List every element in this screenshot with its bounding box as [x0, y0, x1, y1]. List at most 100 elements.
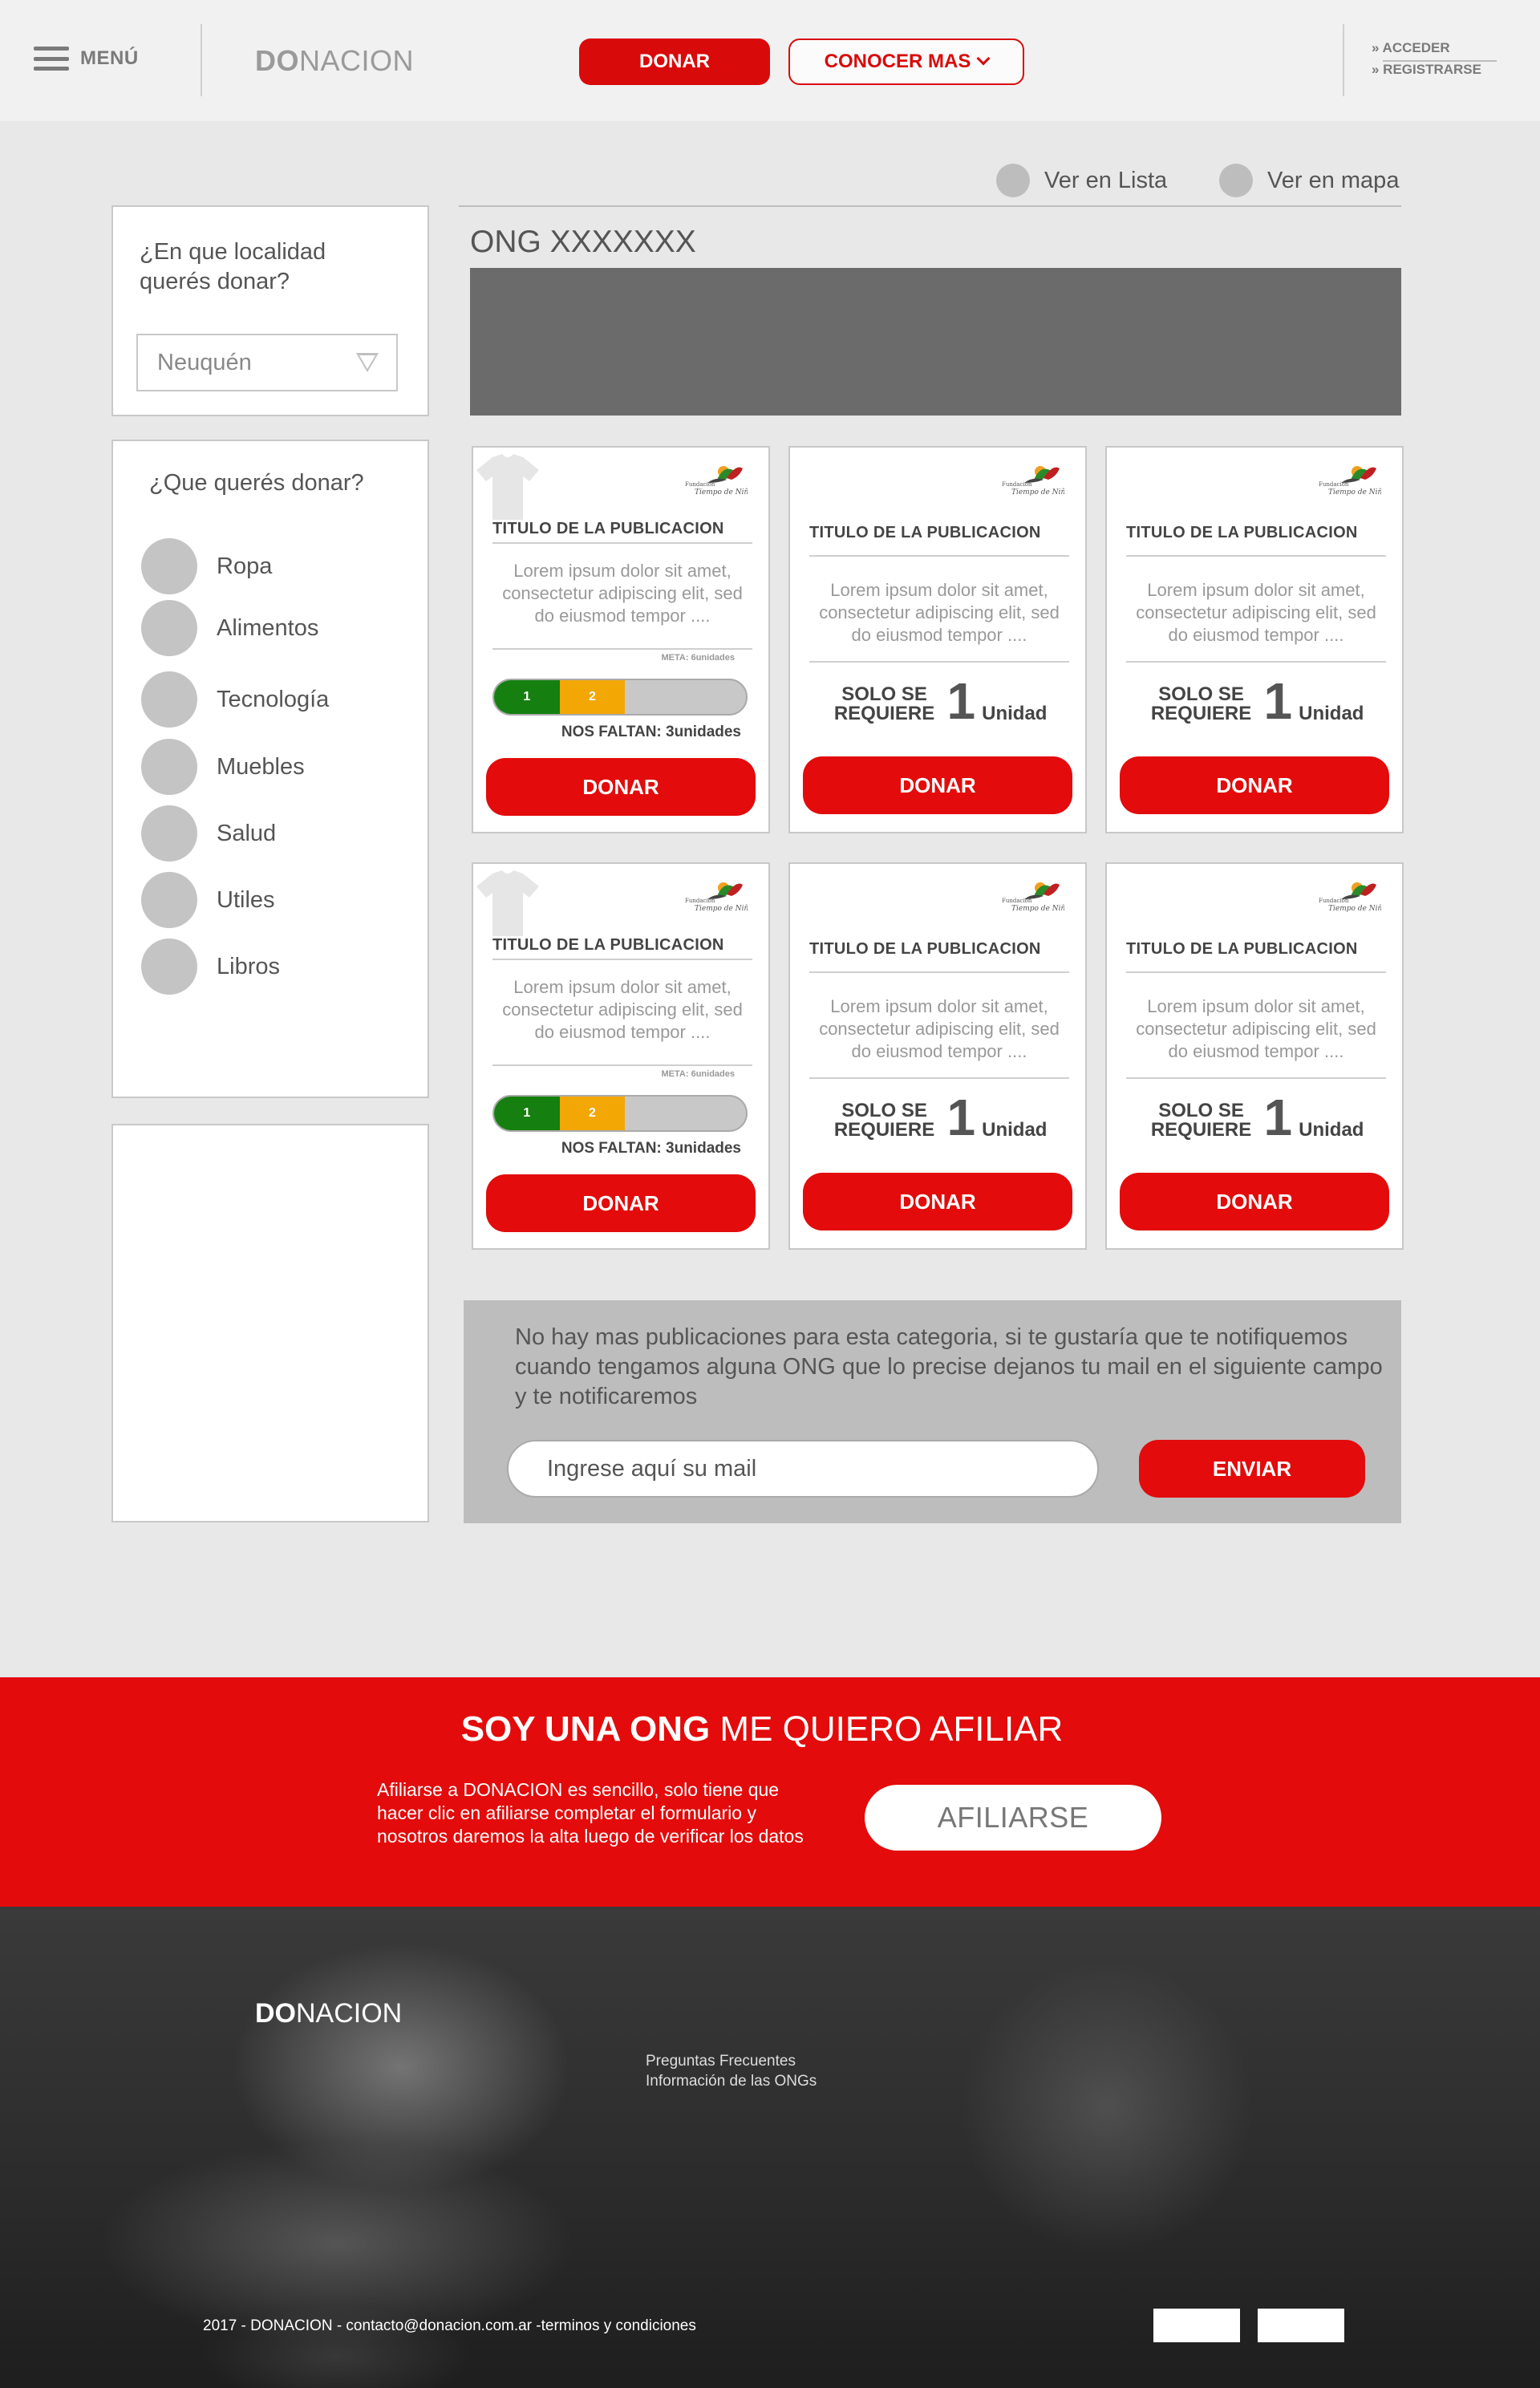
card-donate-button[interactable]: DONAR	[486, 1174, 756, 1232]
category-label: Salud	[217, 820, 277, 846]
card-separator	[1126, 661, 1386, 663]
category-tecnologia[interactable]: Tecnología	[141, 671, 329, 728]
card-donate-button[interactable]: DONAR	[1120, 1173, 1389, 1230]
learn-more-button[interactable]: CONOCER MAS	[788, 39, 1024, 85]
footer-logo[interactable]: DONACION	[255, 1998, 402, 2029]
goal-text: META: 6unidades	[661, 653, 735, 663]
social-icon[interactable]	[1258, 2309, 1344, 2342]
required-amount: SOLO SE REQUIERE 1 Unidad	[808, 1092, 1068, 1143]
card-title: TITULO DE LA PUBLICACION	[492, 936, 724, 954]
card-donate-button[interactable]: DONAR	[803, 1173, 1072, 1230]
footer: DONACION Preguntas Frecuentes Informació…	[0, 1907, 1540, 2388]
affiliate-title-bold: SOY UNA ONG	[460, 1709, 711, 1749]
faq-link[interactable]: Preguntas Frecuentes	[646, 2051, 817, 2071]
tshirt-icon	[475, 452, 541, 521]
radio-icon	[1219, 164, 1253, 197]
site-logo[interactable]: DONACION	[255, 44, 414, 78]
card-separator	[492, 648, 752, 650]
card-separator	[492, 1064, 752, 1066]
required-unit: Unidad	[982, 1119, 1048, 1141]
send-button[interactable]: ENVIAR	[1139, 1440, 1365, 1498]
category-utiles[interactable]: Utiles	[141, 872, 275, 928]
card-description: Lorem ipsum dolor sit amet, consectetur …	[502, 561, 743, 626]
progress-bar: 12	[492, 679, 748, 716]
org-logo: FundaciónTiempo de Niños	[1317, 459, 1391, 499]
top-header: MENÚ DONACION DONAR CONOCER MAS » ACCEDE…	[0, 0, 1540, 121]
svg-text:Tiempo de Niños: Tiempo de Niños	[1328, 905, 1381, 913]
org-logo: FundaciónTiempo de Niños	[1317, 875, 1391, 915]
category-libros[interactable]: Libros	[141, 939, 280, 995]
required-label: SOLO SE REQUIERE	[1150, 683, 1252, 724]
svg-text:Tiempo de Niños: Tiempo de Niños	[1011, 489, 1064, 497]
view-divider	[459, 205, 1401, 207]
location-question: ¿En que localidad querés donar?	[140, 239, 326, 294]
svg-text:Tiempo de Niños: Tiempo de Niños	[1328, 489, 1381, 497]
menu-button[interactable]: MENÚ	[34, 47, 139, 71]
ong-info-link[interactable]: Información de las ONGs	[646, 2071, 817, 2091]
svg-text:Tiempo de Niños: Tiempo de Niños	[695, 489, 748, 497]
category-label: Tecnología	[217, 686, 330, 712]
category-alimentos[interactable]: Alimentos	[141, 600, 318, 656]
chevron-down-icon	[976, 51, 991, 66]
sidebar-ad-panel	[111, 1124, 429, 1522]
card-separator	[492, 959, 752, 960]
svg-text:Fundación: Fundación	[685, 481, 715, 488]
required-amount: SOLO SE REQUIERE 1 Unidad	[1125, 675, 1384, 727]
auth-links: » ACCEDER » REGISTRARSE	[1372, 40, 1497, 82]
card-description: Lorem ipsum dolor sit amet, consectetur …	[819, 580, 1060, 645]
donate-question: ¿Que querés donar?	[149, 470, 364, 496]
publication-card: FundaciónTiempo de Niños TITULO DE LA PUB…	[788, 446, 1087, 833]
header-divider	[201, 24, 202, 96]
card-description: Lorem ipsum dolor sit amet, consectetur …	[819, 996, 1060, 1061]
affiliate-title: SOY UNA ONG ME QUIERO AFILIAR	[0, 1709, 1524, 1749]
svg-text:Fundación: Fundación	[1319, 898, 1349, 904]
view-list-toggle[interactable]: Ver en Lista	[996, 164, 1167, 197]
org-logo: FundaciónTiempo de Niños	[683, 875, 757, 915]
card-donate-button[interactable]: DONAR	[1120, 756, 1389, 814]
view-map-toggle[interactable]: Ver en mapa	[1219, 164, 1399, 197]
card-separator	[1126, 1077, 1386, 1079]
learn-more-label: CONOCER MAS	[824, 51, 971, 72]
footer-logo-rest: NACION	[296, 1998, 403, 2029]
notify-text: No hay mas publicaciones para esta categ…	[515, 1324, 1383, 1409]
donate-button[interactable]: DONAR	[579, 39, 770, 85]
goal-text: META: 6unidades	[661, 1069, 735, 1079]
card-donate-button[interactable]: DONAR	[486, 758, 756, 816]
publication-card: FundaciónTiempo de Niños TITULO DE LA PUB…	[1105, 862, 1404, 1250]
category-muebles[interactable]: Muebles	[141, 739, 305, 795]
tshirt-icon	[475, 869, 541, 938]
publication-card: FundaciónTiempo de Niños TITULO DE LA PUB…	[472, 862, 770, 1250]
card-donate-button[interactable]: DONAR	[803, 756, 1072, 814]
publication-card: FundaciónTiempo de Niños TITULO DE LA PUB…	[788, 862, 1087, 1250]
svg-text:Fundación: Fundación	[1002, 898, 1032, 904]
missing-text: NOS FALTAN: 3unidades	[561, 1140, 741, 1157]
required-unit: Unidad	[982, 703, 1048, 724]
required-label: SOLO SE REQUIERE	[833, 683, 935, 724]
affiliate-text: Afiliarse a DONACION es sencillo, solo t…	[377, 1779, 804, 1847]
category-label: Utiles	[217, 886, 275, 913]
login-link[interactable]: » ACCEDER	[1372, 40, 1497, 60]
card-description: Lorem ipsum dolor sit amet, consectetur …	[502, 977, 743, 1042]
card-separator	[809, 1077, 1069, 1079]
svg-text:Fundación: Fundación	[685, 898, 715, 904]
card-description: Lorem ipsum dolor sit amet, consectetur …	[1136, 580, 1376, 645]
register-link[interactable]: » REGISTRARSE	[1372, 62, 1497, 82]
category-salud[interactable]: Salud	[141, 805, 276, 862]
card-title: TITULO DE LA PUBLICACION	[809, 524, 1041, 541]
category-radio-icon	[141, 805, 197, 862]
location-select[interactable]: Neuquén	[136, 334, 398, 391]
category-radio-icon	[141, 739, 197, 795]
category-ropa[interactable]: Ropa	[141, 538, 272, 594]
radio-icon	[996, 164, 1030, 197]
card-separator	[1126, 971, 1386, 973]
card-separator	[809, 661, 1069, 663]
email-field[interactable]	[507, 1440, 1099, 1498]
social-icon[interactable]	[1153, 2309, 1240, 2342]
category-label: Libros	[217, 953, 280, 979]
org-logo: FundaciónTiempo de Niños	[1000, 875, 1074, 915]
affiliate-button[interactable]: AFILIARSE	[865, 1785, 1161, 1851]
required-number: 1	[946, 672, 976, 730]
card-separator	[492, 542, 752, 544]
card-title: TITULO DE LA PUBLICACION	[1126, 940, 1358, 958]
progress-segment-orange: 2	[559, 1097, 626, 1130]
